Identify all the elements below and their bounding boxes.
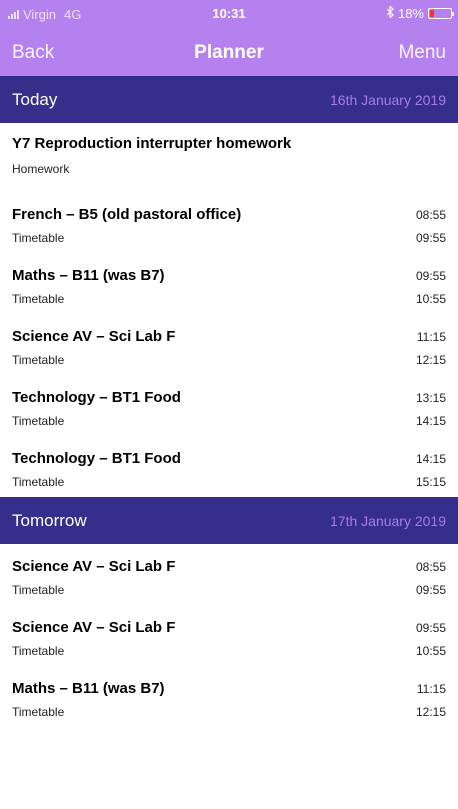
bluetooth-icon	[386, 5, 394, 21]
item-subject: Science AV – Sci Lab F	[12, 619, 176, 636]
battery-icon	[428, 8, 454, 19]
item-subject: Science AV – Sci Lab F	[12, 328, 176, 345]
item-subject: Maths – B11 (was B7)	[12, 680, 165, 697]
item-subject: Technology – BT1 Food	[12, 450, 181, 467]
item-subject: Maths – B11 (was B7)	[12, 267, 165, 284]
item-start-time: 11:15	[416, 330, 446, 344]
item-start-time: 13:15	[415, 391, 446, 405]
planner-item[interactable]: Science AV – Sci Lab F Timetable 08:55 09:5…	[0, 544, 458, 605]
planner-item[interactable]: Science AV – Sci Lab F Timetable 09:55 10:5…	[0, 605, 458, 666]
item-start-time: 14:15	[415, 452, 446, 466]
item-type: Timetable	[12, 475, 65, 489]
planner-item[interactable]: Technology – BT1 Food Timetable 13:15 14:15	[0, 375, 458, 436]
item-subject: Technology – BT1 Food	[12, 389, 181, 406]
section-header-1: Tomorrow 17th January 2019	[0, 497, 458, 544]
section-day: Tomorrow	[12, 510, 87, 530]
back-button[interactable]: Back	[12, 42, 54, 64]
item-start-time: 08:55	[415, 560, 446, 574]
item-start-time: 09:55	[415, 269, 446, 283]
item-type: Timetable	[12, 231, 65, 245]
menu-button[interactable]: Menu	[398, 42, 446, 64]
planner-item[interactable]: Science AV – Sci Lab F Timetable 11:15 12:1…	[0, 314, 458, 375]
item-end-time: 09:55	[415, 231, 446, 245]
planner-list: Today 16th January 2019 Y7 Reproduction in…	[0, 76, 458, 727]
item-subject: Science AV – Sci Lab F	[12, 558, 176, 575]
item-start-time: 09:55	[415, 621, 446, 635]
item-type: Timetable	[12, 705, 65, 719]
status-bar: Virgin 4G 10:31 18%	[0, 0, 458, 28]
item-type: Timetable	[12, 353, 65, 367]
item-type: Homework	[12, 162, 70, 176]
section-date: 17th January 2019	[330, 512, 446, 529]
section-date: 16th January 2019	[330, 91, 446, 108]
section-header-0: Today 16th January 2019	[0, 76, 458, 123]
app-header: Virgin 4G 10:31 18% Back Planner Menu	[0, 0, 458, 76]
item-end-time: 09:55	[415, 583, 446, 597]
item-start-time: 08:55	[415, 208, 446, 222]
planner-item[interactable]: Maths – B11 (was B7) Timetable 11:15 12:15	[0, 666, 458, 727]
item-type: Timetable	[12, 583, 65, 597]
nav-bar: Back Planner Menu	[0, 28, 458, 76]
status-right: 18%	[386, 5, 454, 21]
section-day: Today	[12, 89, 58, 109]
item-end-time: 10:55	[415, 292, 446, 306]
planner-item[interactable]: Maths – B11 (was B7) Timetable 09:55 10:55	[0, 253, 458, 314]
item-type: Timetable	[12, 414, 65, 428]
item-type: Timetable	[12, 292, 65, 306]
planner-item[interactable]: Y7 Reproduction interrupter homework Home…	[0, 123, 458, 192]
item-end-time: 10:55	[415, 644, 446, 658]
item-subject: French – B5 (old pastoral office)	[12, 206, 242, 223]
item-end-time: 12:15	[415, 353, 446, 367]
item-type: Timetable	[12, 644, 65, 658]
planner-item[interactable]: Technology – BT1 Food Timetable 14:15 15:15	[0, 436, 458, 497]
planner-item[interactable]: French – B5 (old pastoral office) Timetab…	[0, 192, 458, 253]
battery-percent: 18%	[397, 6, 424, 21]
item-start-time: 11:15	[416, 682, 446, 696]
item-subject: Y7 Reproduction interrupter homework	[12, 135, 292, 152]
item-end-time: 15:15	[415, 475, 446, 489]
page-title: Planner	[194, 42, 264, 63]
item-end-time: 12:15	[415, 705, 446, 719]
item-end-time: 14:15	[415, 414, 446, 428]
